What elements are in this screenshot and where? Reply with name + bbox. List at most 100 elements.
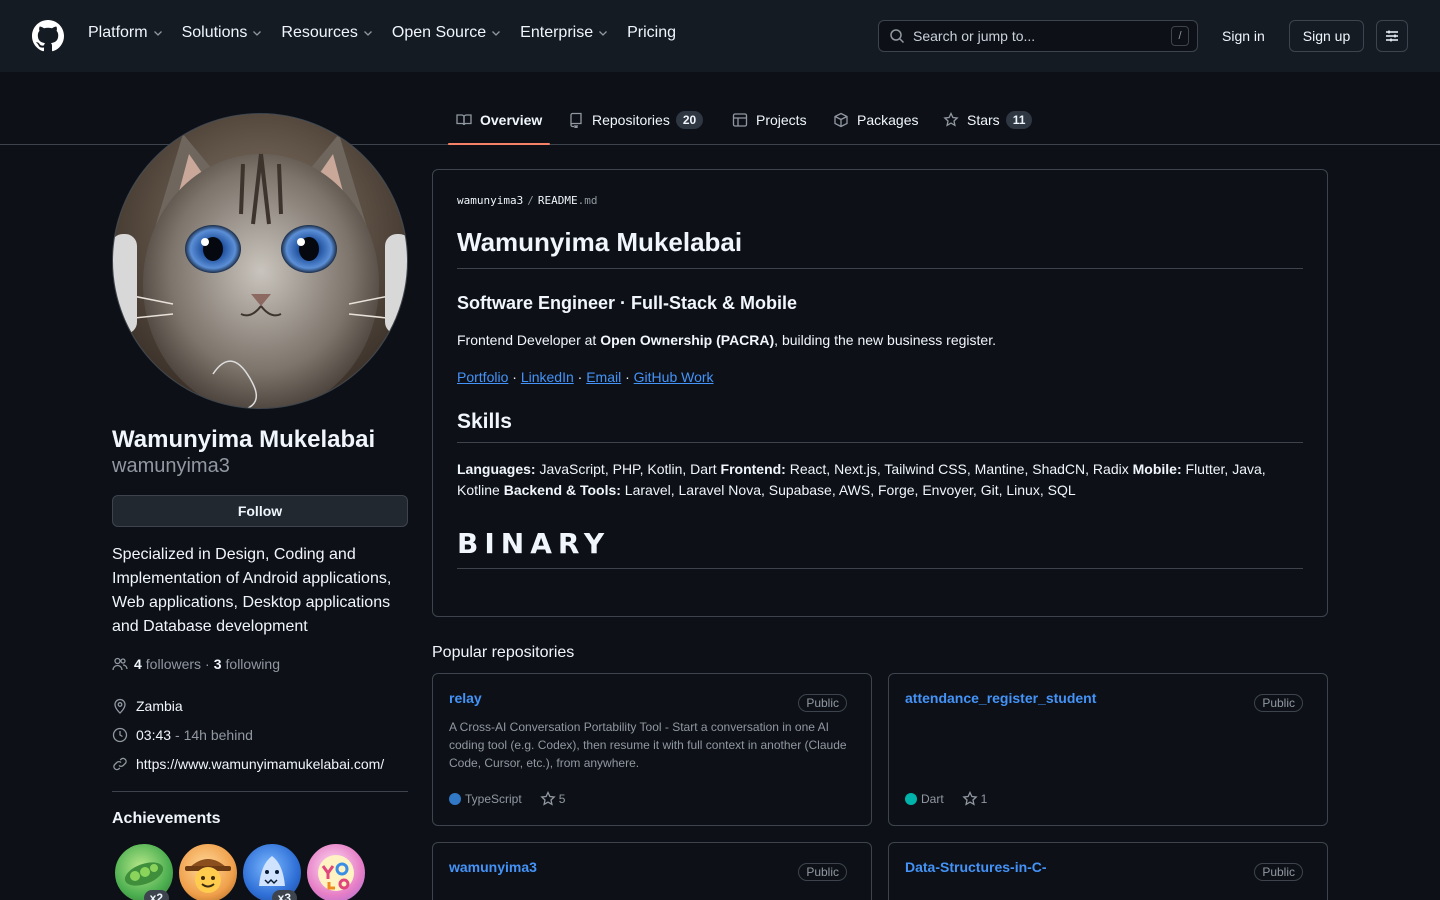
yolo-icon	[318, 855, 354, 891]
location-text: Zambia	[136, 698, 183, 714]
readme-path-file: README	[537, 194, 578, 207]
skills-heading: Skills	[457, 410, 1303, 443]
followers-link[interactable]: 4 followers	[134, 656, 201, 672]
website-link[interactable]: https://www.wamunyimamukelabai.com/	[136, 756, 384, 772]
repo-name-link[interactable]: relay	[449, 690, 482, 706]
email-link[interactable]: Email	[586, 369, 621, 385]
nav-solutions[interactable]: Solutions	[182, 24, 264, 42]
intro-company: Open Ownership (PACRA)	[600, 332, 775, 348]
achievement-badge-yolo[interactable]	[305, 842, 367, 900]
readme-title: Wamunyima Mukelabai	[457, 227, 1303, 269]
achievement-badge-pair-extraordinaire[interactable]: x2	[113, 842, 175, 900]
skill-text: React, Next.js, Tailwind CSS, Mantine, S…	[785, 461, 1133, 477]
nav-enterprise[interactable]: Enterprise	[520, 24, 609, 42]
readme-path: wamunyima3 / README.md	[457, 194, 1303, 207]
location-icon	[112, 698, 128, 714]
language-color-dot	[905, 793, 917, 805]
cat-avatar-image	[113, 114, 407, 408]
readme-path-user[interactable]: wamunyima3	[457, 194, 523, 207]
repo-visibility-badge: Public	[798, 863, 847, 881]
repo-visibility-badge: Public	[798, 694, 847, 712]
tab-label: Stars	[967, 112, 1000, 128]
tab-projects[interactable]: Projects	[724, 96, 815, 144]
sidebar-divider	[112, 791, 408, 792]
chevron-down-icon	[152, 27, 164, 39]
profile-local-time: 03:43 - 14h behind	[112, 727, 253, 743]
repo-card: relay Public A Cross-AI Conversation Por…	[432, 673, 872, 826]
repo-description: A Cross-AI Conversation Portability Tool…	[449, 720, 847, 770]
readme-path-separator: /	[527, 194, 534, 207]
follow-separator: ·	[205, 656, 210, 672]
repo-visibility-badge: Public	[1254, 863, 1303, 881]
tab-stars[interactable]: Stars 11	[935, 96, 1040, 144]
nav-label: Platform	[88, 24, 148, 41]
repo-card: attendance_register_student Public Dart …	[888, 673, 1328, 826]
nav-pricing[interactable]: Pricing	[627, 24, 676, 42]
repo-star-count: 1	[980, 792, 988, 806]
search-shortcut-key: /	[1171, 26, 1189, 46]
portfolio-link[interactable]: Portfolio	[457, 369, 508, 385]
linkedin-link[interactable]: LinkedIn	[521, 369, 574, 385]
repo-stars-link[interactable]: 5	[540, 791, 565, 807]
profile-website: https://www.wamunyimamukelabai.com/	[112, 756, 384, 772]
followers-label: followers	[145, 656, 202, 672]
nav-open-source[interactable]: Open Source	[392, 24, 502, 42]
people-icon	[112, 656, 128, 672]
tab-label: Repositories	[592, 112, 670, 128]
local-time-text: 03:43	[136, 727, 172, 743]
repo-visibility-badge: Public	[1254, 694, 1303, 712]
repo-name-link[interactable]: wamunyima3	[449, 859, 537, 875]
achievement-count: x3	[271, 890, 297, 900]
repo-card: Data-Structures-in-C- Public	[888, 842, 1328, 900]
repo-stars-link[interactable]: 1	[962, 791, 988, 807]
top-header: Platform Solutions Resources Open Source…	[0, 0, 1440, 72]
link-separator: ·	[573, 369, 587, 385]
intro-prefix: Frontend Developer at	[457, 332, 601, 348]
repo-name-link[interactable]: attendance_register_student	[905, 690, 1096, 706]
nav-platform[interactable]: Platform	[88, 24, 164, 42]
link-separator: ·	[508, 369, 521, 385]
following-link[interactable]: 3 following	[214, 656, 280, 672]
skill-label: Mobile:	[1132, 461, 1182, 477]
achievement-count: x2	[143, 890, 169, 900]
following-count: 3	[213, 656, 222, 672]
tab-repositories[interactable]: Repositories 20	[560, 96, 711, 144]
tab-packages[interactable]: Packages	[825, 96, 926, 144]
readme-path-ext: .md	[577, 194, 598, 207]
search-placeholder: Search or jump to...	[913, 28, 1036, 44]
sign-in-link[interactable]: Sign in	[1210, 20, 1277, 52]
github-logo-icon[interactable]	[32, 20, 64, 52]
intro-suffix: , building the new business register.	[774, 332, 996, 348]
skill-label: Frontend:	[720, 461, 786, 477]
achievements-title: Achievements	[112, 810, 221, 827]
achievement-badge-cowboy[interactable]	[177, 842, 239, 900]
nav-label: Pricing	[627, 24, 676, 41]
search-input[interactable]: Search or jump to... /	[878, 20, 1198, 52]
settings-menu-button[interactable]	[1376, 20, 1408, 52]
nav-resources[interactable]: Resources	[281, 24, 373, 42]
sign-up-button[interactable]: Sign up	[1289, 20, 1364, 52]
skill-label: Languages:	[457, 461, 536, 477]
followers-count: 4	[134, 656, 142, 672]
stars-count-badge: 11	[1005, 111, 1033, 129]
achievement-badge-pull-shark[interactable]: x3	[241, 842, 303, 900]
cowboy-face-icon	[185, 859, 231, 893]
github-work-link[interactable]: GitHub Work	[634, 369, 714, 385]
chevron-down-icon	[251, 27, 263, 39]
chevron-down-icon	[362, 27, 374, 39]
avatar[interactable]	[112, 113, 408, 409]
link-separator: ·	[621, 369, 634, 385]
follow-button[interactable]: Follow	[112, 495, 408, 527]
popular-repos-title: Popular repositories	[432, 644, 575, 661]
chevron-down-icon	[597, 27, 609, 39]
repositories-count-badge: 20	[675, 111, 704, 129]
package-icon	[833, 112, 849, 128]
table-icon	[732, 112, 748, 128]
nav-label: Enterprise	[520, 24, 594, 41]
follow-stats: 4 followers · 3 following	[112, 656, 280, 672]
main-nav: Platform Solutions Resources Open Source…	[88, 24, 694, 42]
profile-bio: Specialized in Design, Coding and Implem…	[112, 546, 392, 635]
tab-overview[interactable]: Overview	[448, 96, 551, 145]
tab-label: Projects	[756, 112, 807, 128]
repo-name-link[interactable]: Data-Structures-in-C-	[905, 859, 1047, 875]
